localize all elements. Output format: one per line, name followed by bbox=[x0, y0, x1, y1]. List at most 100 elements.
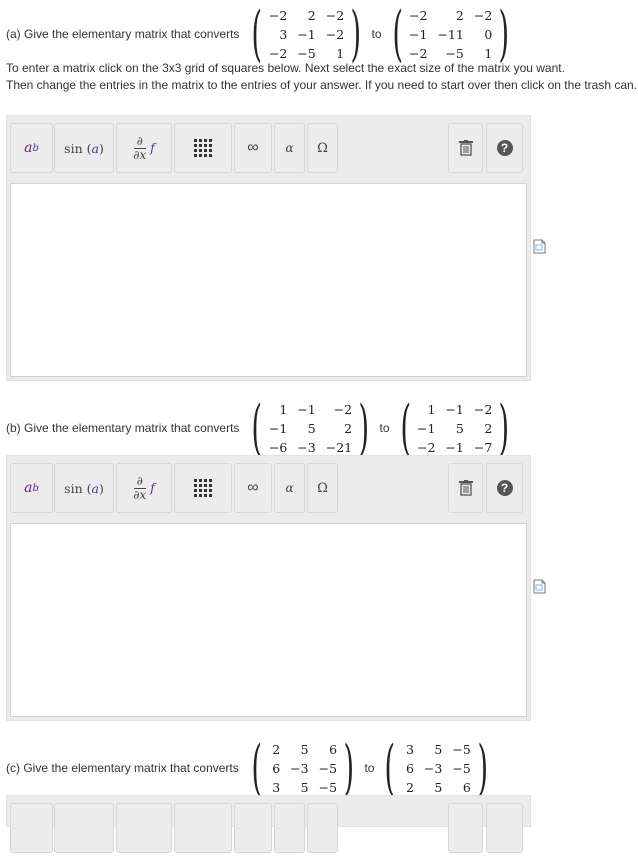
matrix-cell: 1 bbox=[484, 45, 493, 61]
matrix-cell: −1 bbox=[445, 439, 464, 455]
derivative-button[interactable]: ∂ ∂x f bbox=[116, 463, 172, 513]
matrix-cell: −6 bbox=[268, 439, 288, 455]
question-a: (a) Give the elementary matrix that conv… bbox=[6, 4, 516, 64]
instructions-line-1: To enter a matrix click on the 3x3 grid … bbox=[6, 61, 565, 75]
matrix-cell: −2 bbox=[268, 45, 288, 61]
document-preview-icon[interactable] bbox=[533, 579, 546, 594]
matrix-cell: −3 bbox=[297, 439, 316, 455]
to-label: to bbox=[379, 421, 390, 435]
matrix-cell: −5 bbox=[452, 741, 471, 757]
matrix-cell: 3 bbox=[279, 26, 288, 42]
question-b-to-matrix: ( 1 −1 −2 −1 5 2 −2 −1 −7 ) bbox=[399, 393, 510, 463]
matrix-cell: −1 bbox=[445, 401, 464, 417]
trash-icon[interactable] bbox=[448, 123, 483, 173]
superscript-button[interactable]: ab bbox=[10, 123, 53, 173]
question-a-prompt: (a) Give the elementary matrix that conv… bbox=[6, 27, 240, 41]
matrix-cell: 5 bbox=[300, 779, 309, 795]
omega-button[interactable]: Ω bbox=[307, 123, 338, 173]
infinity-button[interactable]: ∞ bbox=[234, 463, 272, 513]
trash-icon[interactable] bbox=[448, 803, 483, 853]
sin-button[interactable]: sin (a) bbox=[54, 123, 114, 173]
question-b-prompt: (b) Give the elementary matrix that conv… bbox=[6, 421, 240, 435]
matrix-cell: 0 bbox=[484, 26, 493, 42]
matrix-cell: −21 bbox=[325, 439, 353, 455]
matrix-cell: −5 bbox=[318, 779, 338, 795]
matrix-cell: −11 bbox=[437, 26, 464, 42]
matrix-cell: 2 bbox=[484, 420, 493, 436]
sin-button[interactable]: sin (a) bbox=[54, 463, 114, 513]
matrix-cell: 3 bbox=[272, 779, 281, 795]
matrix-cell: −2 bbox=[325, 26, 345, 42]
infinity-button[interactable] bbox=[234, 803, 272, 853]
question-a-from-matrix: ( −2 2 −2 3 −1 −2 −2 −5 1 ) bbox=[251, 0, 362, 69]
matrix-cell: −1 bbox=[297, 26, 316, 42]
trash-icon[interactable] bbox=[448, 463, 483, 513]
document-preview-icon[interactable] bbox=[533, 239, 546, 254]
superscript-button[interactable] bbox=[10, 803, 53, 853]
matrix-cell: −1 bbox=[297, 401, 316, 417]
matrix-cell: 2 bbox=[307, 7, 316, 23]
question-c-prompt: (c) Give the elementary matrix that conv… bbox=[6, 761, 239, 775]
matrix-grid-icon[interactable] bbox=[174, 803, 232, 853]
answer-input-area[interactable] bbox=[10, 523, 527, 717]
matrix-cell: −7 bbox=[473, 439, 493, 455]
sin-button[interactable] bbox=[54, 803, 114, 853]
question-b: (b) Give the elementary matrix that conv… bbox=[6, 398, 516, 458]
matrix-cell: 6 bbox=[462, 779, 471, 795]
question-c-to-matrix: ( 3 5 −5 6 −3 −5 2 5 6 ) bbox=[384, 733, 488, 803]
derivative-button[interactable] bbox=[116, 803, 172, 853]
answer-editor-b: ab sin (a) ∂ ∂x f ∞ α Ω ? bbox=[6, 455, 531, 721]
matrix-cell: 2 bbox=[272, 741, 281, 757]
matrix-cell: −5 bbox=[297, 45, 316, 61]
matrix-cell: 6 bbox=[405, 760, 414, 776]
matrix-cell: 5 bbox=[300, 741, 309, 757]
infinity-button[interactable]: ∞ bbox=[234, 123, 272, 173]
matrix-grid-icon[interactable] bbox=[174, 123, 232, 173]
matrix-cell: −2 bbox=[409, 7, 428, 23]
help-icon[interactable]: ? bbox=[486, 123, 523, 173]
question-c: (c) Give the elementary matrix that conv… bbox=[6, 738, 494, 798]
matrix-grid-icon[interactable] bbox=[174, 463, 232, 513]
superscript-button[interactable]: ab bbox=[10, 463, 53, 513]
help-icon[interactable]: ? bbox=[486, 463, 523, 513]
matrix-cell: 5 bbox=[434, 741, 443, 757]
matrix-cell: 5 bbox=[455, 420, 464, 436]
matrix-cell: 3 bbox=[405, 741, 414, 757]
to-label: to bbox=[364, 761, 375, 775]
matrix-cell: −2 bbox=[473, 401, 493, 417]
question-a-to-matrix: ( −2 2 −2 −1 −11 0 −2 −5 1 ) bbox=[392, 0, 510, 69]
matrix-cell: −1 bbox=[268, 420, 288, 436]
answer-input-area[interactable] bbox=[10, 183, 527, 377]
matrix-cell: −2 bbox=[416, 439, 436, 455]
matrix-cell: 2 bbox=[405, 779, 414, 795]
answer-editor-c bbox=[6, 795, 531, 853]
matrix-cell: 2 bbox=[344, 420, 353, 436]
matrix-cell: −5 bbox=[445, 45, 464, 61]
to-label: to bbox=[371, 27, 382, 41]
matrix-cell: −3 bbox=[423, 760, 443, 776]
answer-editor-a: ab sin (a) ∂ ∂x f ∞ α Ω ? bbox=[6, 115, 531, 381]
alpha-button[interactable]: α bbox=[274, 463, 305, 513]
matrix-cell: −2 bbox=[268, 7, 288, 23]
omega-button[interactable]: Ω bbox=[307, 463, 338, 513]
editor-toolbar bbox=[7, 796, 530, 862]
instructions-line-2: Then change the entries in the matrix to… bbox=[6, 78, 638, 92]
matrix-cell: −5 bbox=[318, 760, 338, 776]
omega-button[interactable] bbox=[307, 803, 338, 853]
question-c-from-matrix: ( 2 5 6 6 −3 −5 3 5 −5 ) bbox=[251, 733, 355, 803]
matrix-cell: 1 bbox=[336, 45, 345, 61]
alpha-button[interactable]: α bbox=[274, 123, 305, 173]
matrix-cell: 5 bbox=[434, 779, 443, 795]
matrix-cell: 2 bbox=[455, 7, 464, 23]
matrix-cell: −2 bbox=[473, 7, 493, 23]
matrix-cell: −3 bbox=[290, 760, 309, 776]
derivative-button[interactable]: ∂ ∂x f bbox=[116, 123, 172, 173]
help-icon[interactable] bbox=[486, 803, 523, 853]
editor-toolbar: ab sin (a) ∂ ∂x f ∞ α Ω ? bbox=[7, 456, 530, 522]
matrix-cell: 1 bbox=[427, 401, 436, 417]
alpha-button[interactable] bbox=[274, 803, 305, 853]
matrix-cell: −2 bbox=[325, 7, 345, 23]
matrix-cell: 6 bbox=[272, 760, 281, 776]
matrix-cell: −1 bbox=[409, 26, 428, 42]
matrix-cell: −2 bbox=[409, 45, 428, 61]
